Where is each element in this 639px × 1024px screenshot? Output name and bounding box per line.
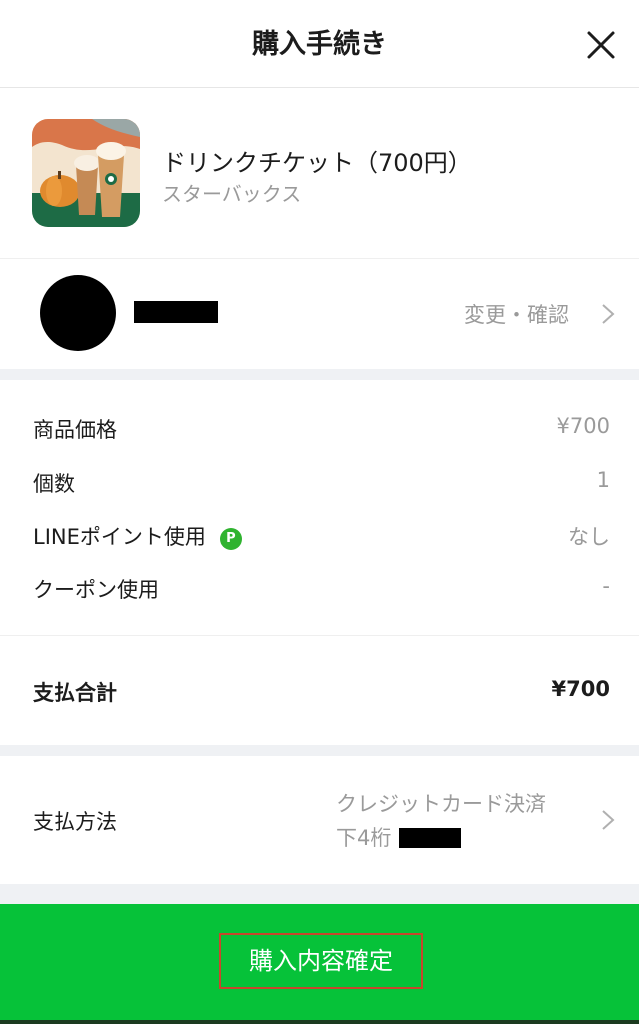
change-confirm-label: 変更・確認 xyxy=(464,303,569,327)
purchase-screen: 購入手続き ドリンクチケット（700円） スターバックス 変更・確認 商品価格 … xyxy=(0,0,639,1024)
total-value: ¥700 xyxy=(551,677,610,701)
chevron-right-icon xyxy=(602,810,615,830)
list-item: 個数 1 xyxy=(0,462,639,502)
payment-total: 支払合計 ¥700 xyxy=(0,637,639,745)
row-value: ¥700 xyxy=(556,414,610,438)
page-title: 購入手続き xyxy=(252,29,387,60)
chevron-right-icon xyxy=(602,304,615,324)
row-value: - xyxy=(602,574,610,598)
price-breakdown: 商品価格 ¥700 個数 1 LINEポイント使用 P なし クーポン使用 - xyxy=(0,380,639,636)
drink-ticket-image xyxy=(32,119,140,227)
close-button[interactable] xyxy=(582,26,620,64)
product-brand: スターバックス xyxy=(162,182,302,206)
section-divider xyxy=(0,884,639,904)
row-label: 商品価格 xyxy=(33,418,117,442)
header: 購入手続き xyxy=(0,0,639,88)
card-last-digits: 下4桁 xyxy=(336,822,462,852)
payment-method-row[interactable]: 支払方法 クレジットカード決済 下4桁 xyxy=(0,756,639,884)
line-point-icon: P xyxy=(219,528,242,550)
product-name: ドリンクチケット（700円） xyxy=(162,149,472,177)
list-item: 商品価格 ¥700 xyxy=(0,408,639,448)
row-label: クーポン使用 xyxy=(33,578,159,602)
list-item: クーポン使用 - xyxy=(0,568,639,608)
row-value: 1 xyxy=(596,468,610,492)
line-point-label: LINEポイント使用 xyxy=(33,525,206,549)
redacted-recipient-name xyxy=(134,301,218,323)
total-label: 支払合計 xyxy=(33,681,117,705)
list-item: LINEポイント使用 P なし xyxy=(0,515,639,555)
row-value: なし xyxy=(568,525,610,549)
payment-method-value: クレジットカード決済 xyxy=(336,792,546,816)
section-divider xyxy=(0,745,639,756)
confirm-purchase-button[interactable]: 購入内容確定 xyxy=(0,904,639,1024)
product-summary: ドリンクチケット（700円） スターバックス xyxy=(0,88,639,259)
section-divider xyxy=(0,369,639,380)
redacted-card-number xyxy=(399,828,462,848)
avatar xyxy=(40,275,116,351)
confirm-purchase-label: 購入内容確定 xyxy=(219,933,423,989)
bottom-edge xyxy=(0,1020,639,1024)
row-label: 個数 xyxy=(33,472,75,496)
row-label-with-badge: LINEポイント使用 P xyxy=(33,521,242,551)
card-last-digits-label: 下4桁 xyxy=(336,826,392,850)
payment-method-label: 支払方法 xyxy=(33,810,117,834)
recipient-row[interactable]: 変更・確認 xyxy=(0,259,639,369)
close-icon xyxy=(587,31,615,59)
